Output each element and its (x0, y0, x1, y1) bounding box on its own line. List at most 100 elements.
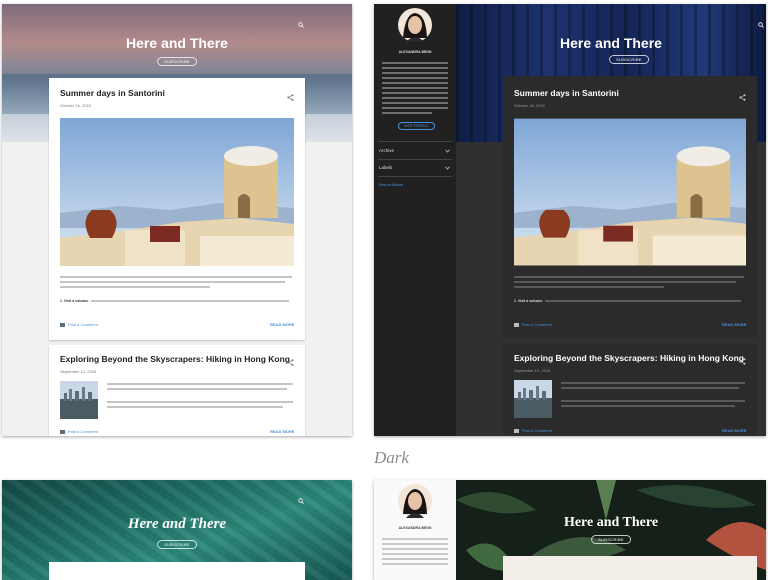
post-date: September 12, 2016 (60, 369, 97, 374)
read-more-link[interactable]: READ MORE (270, 322, 294, 327)
blog-title[interactable]: Here and There (2, 516, 352, 533)
chevron-down-icon[interactable] (445, 166, 450, 170)
excerpt-line (107, 401, 293, 403)
search-icon[interactable] (758, 15, 764, 28)
excerpt-line (514, 281, 736, 283)
blog-title[interactable]: Here and There (456, 35, 766, 51)
bio-line (382, 67, 448, 69)
post-date: October 16, 2016 (514, 103, 545, 108)
post-title[interactable]: Summer days in Santorini (60, 88, 165, 98)
bio-line (382, 77, 448, 79)
chevron-down-icon[interactable] (445, 149, 450, 153)
comment-label: Post a Comment (68, 322, 98, 327)
bio-line (382, 543, 448, 545)
theme-preview-teal[interactable]: Here and There SUBSCRIBE (2, 480, 352, 580)
excerpt-line (514, 286, 664, 288)
comment-link[interactable]: Post a Comment (514, 428, 552, 433)
bio-line (382, 548, 448, 550)
blog-title[interactable]: Here and There (456, 515, 766, 531)
bio-line (382, 538, 448, 540)
post-card: Exploring Beyond the Skyscrapers: Hiking… (503, 344, 757, 436)
comment-label: Post a Comment (68, 429, 98, 434)
avatar[interactable] (398, 8, 432, 42)
bio-line (382, 87, 448, 89)
share-icon[interactable] (287, 353, 294, 366)
subscribe-button[interactable]: SUBSCRIBE (157, 540, 197, 549)
bio-line (382, 102, 448, 104)
post-card: Summer days in Santorini October 16, 201… (49, 78, 305, 340)
theme-caption: Dark (374, 448, 409, 467)
read-more-link[interactable]: READ MORE (722, 322, 746, 327)
theme-preview-light[interactable]: Here and There SUBSCRIBE Summer days in … (2, 4, 352, 436)
excerpt-line (561, 387, 739, 389)
comment-link[interactable]: Post a Comment (60, 322, 98, 327)
comment-link[interactable]: Post a Comment (514, 322, 552, 327)
post-card: Summer days in Santorini October 16, 201… (503, 76, 757, 338)
excerpt-line (561, 400, 745, 402)
comment-link[interactable]: Post a Comment (60, 429, 98, 434)
visit-profile-button[interactable]: VISIT PROFILE (398, 122, 435, 130)
comment-icon (514, 428, 519, 433)
bio-line (382, 563, 448, 565)
post-date: October 16, 2016 (60, 103, 91, 108)
theme-preview-foliage[interactable]: ALEXANDRA BENN Here and There SUBSCRIBE (374, 480, 766, 580)
excerpt-line (561, 405, 735, 407)
comment-label: Post a Comment (522, 322, 552, 327)
excerpt-tip: 1. Visit a volcano (60, 299, 89, 303)
excerpt-line (107, 406, 283, 408)
post-card: Exploring Beyond the Skyscrapers: Hiking… (49, 345, 305, 436)
subscribe-button[interactable]: SUBSCRIBE (591, 535, 631, 544)
subscribe-button[interactable]: SUBSCRIBE (609, 55, 649, 64)
post-thumbnail-hongkong[interactable] (514, 380, 552, 418)
sidebar: ALEXANDRA BENN (374, 480, 456, 580)
excerpt-line (91, 300, 289, 302)
post-title[interactable]: Summer days in Santorini (514, 88, 619, 98)
post-title[interactable]: Exploring Beyond the Skyscrapers: Hiking… (514, 353, 744, 363)
sidebar-item-labels[interactable]: Labels (379, 165, 392, 170)
blog-title[interactable]: Here and There (2, 35, 352, 51)
excerpt-line (60, 276, 292, 278)
subscribe-button[interactable]: SUBSCRIBE (157, 57, 197, 66)
sidebar-divider (378, 176, 452, 177)
comment-icon (60, 322, 65, 327)
excerpt-line (107, 388, 287, 390)
excerpt-line (561, 382, 745, 384)
comment-label: Post a Comment (522, 428, 552, 433)
read-more-link[interactable]: READ MORE (722, 428, 746, 433)
bio-line (382, 558, 448, 560)
search-icon[interactable] (298, 491, 304, 504)
search-icon[interactable] (298, 15, 304, 28)
share-icon[interactable] (739, 352, 746, 365)
bio-line (382, 97, 448, 99)
comment-icon (60, 429, 65, 434)
comment-icon (514, 322, 519, 327)
sidebar-divider (378, 141, 452, 142)
post-image-santorini[interactable] (60, 118, 294, 266)
excerpt-line (514, 276, 744, 278)
theme-preview-dark[interactable]: ALEXANDRA BENN VISIT PROFILE Archive Lab… (374, 4, 766, 436)
bio-line (382, 62, 448, 64)
sidebar-divider (378, 159, 452, 160)
excerpt-tip: 1. Visit a volcano (514, 299, 543, 303)
author-name: ALEXANDRA BENN (398, 50, 432, 54)
post-card (503, 556, 757, 580)
post-image-santorini[interactable] (514, 118, 746, 266)
bio-line (382, 112, 432, 114)
share-icon[interactable] (287, 88, 294, 101)
excerpt-line (107, 383, 293, 385)
bio-line (382, 82, 448, 84)
bio-line (382, 92, 448, 94)
share-icon[interactable] (739, 88, 746, 101)
bio-line (382, 553, 448, 555)
post-date: September 12, 2016 (514, 368, 551, 373)
avatar[interactable] (398, 484, 432, 518)
post-title[interactable]: Exploring Beyond the Skyscrapers: Hiking… (60, 354, 290, 364)
author-name: ALEXANDRA BENN (398, 526, 432, 530)
read-more-link[interactable]: READ MORE (270, 429, 294, 434)
sidebar: ALEXANDRA BENN VISIT PROFILE Archive Lab… (374, 4, 456, 436)
sidebar-item-archive[interactable]: Archive (379, 148, 394, 153)
report-abuse-link[interactable]: Report Abuse (379, 182, 403, 187)
excerpt-line (60, 281, 285, 283)
excerpt-line (60, 286, 210, 288)
post-thumbnail-hongkong[interactable] (60, 381, 98, 419)
